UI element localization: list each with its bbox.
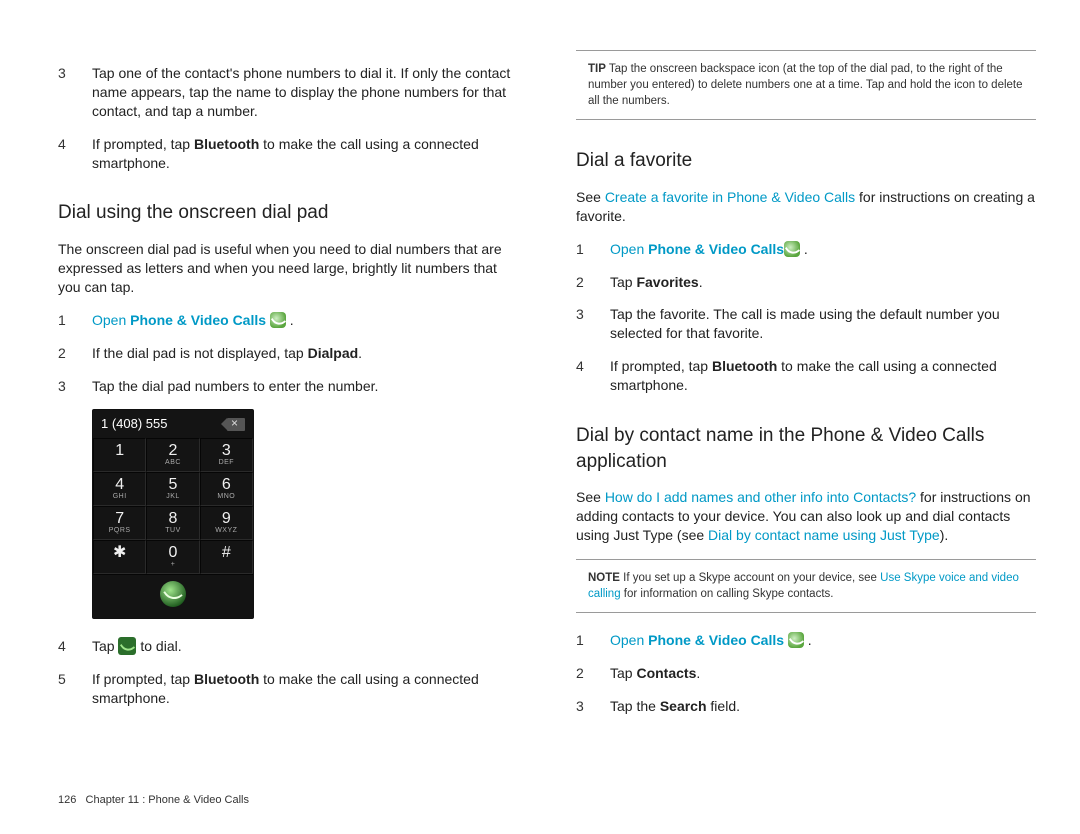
dialpad-key: 7PQRS bbox=[93, 506, 146, 540]
step-number: 4 bbox=[58, 637, 82, 656]
link-just-type[interactable]: Dial by contact name using Just Type bbox=[708, 527, 940, 543]
step-number: 3 bbox=[58, 377, 82, 396]
step-number: 3 bbox=[576, 697, 600, 716]
step-open-app: Open Phone & Video Calls . bbox=[610, 631, 1036, 650]
phone-app-icon bbox=[784, 241, 800, 257]
step-number: 4 bbox=[58, 135, 82, 173]
step-number: 5 bbox=[58, 670, 82, 708]
step-text: Tap one of the contact's phone numbers t… bbox=[92, 64, 518, 121]
link-create-favorite[interactable]: Create a favorite in Phone & Video Calls bbox=[605, 189, 855, 205]
step-number: 3 bbox=[58, 64, 82, 121]
dialpad-key: 0+ bbox=[146, 540, 199, 574]
step-number: 3 bbox=[576, 305, 600, 343]
dialpad-key: 1 bbox=[93, 438, 146, 472]
paragraph: See How do I add names and other info in… bbox=[576, 488, 1036, 545]
step-number: 2 bbox=[576, 273, 600, 292]
contact-steps: 1 Open Phone & Video Calls . 2 Tap Conta… bbox=[576, 631, 1036, 716]
step-open-app: Open Phone & Video Calls . bbox=[92, 311, 518, 330]
step-number: 4 bbox=[576, 357, 600, 395]
section-heading-favorite: Dial a favorite bbox=[576, 148, 1036, 174]
step-open-app: Open Phone & Video Calls . bbox=[610, 240, 1036, 259]
step-text: Tap the dial pad numbers to enter the nu… bbox=[92, 377, 518, 396]
dialpad-key: 9WXYZ bbox=[200, 506, 253, 540]
divider bbox=[576, 119, 1036, 120]
step-text: Tap Contacts. bbox=[610, 664, 1036, 683]
tip-box: TIP Tap the onscreen backspace icon (at … bbox=[576, 51, 1036, 119]
continued-steps: 3 Tap one of the contact's phone numbers… bbox=[58, 64, 518, 172]
step-number: 1 bbox=[58, 311, 82, 330]
dialpad-key: 6MNO bbox=[200, 472, 253, 506]
dial-button-icon bbox=[118, 637, 136, 655]
dialpad-key: 8TUV bbox=[146, 506, 199, 540]
dialpad-call-button bbox=[93, 574, 253, 618]
dialpad-figure: 1 (408) 555 1 2ABC3DEF 4GHI5JKL6MNO 7PQRS8… bbox=[92, 409, 254, 618]
dialpad-key: 5JKL bbox=[146, 472, 199, 506]
backspace-icon bbox=[227, 418, 245, 431]
step-text: If prompted, tap Bluetooth to make the c… bbox=[610, 357, 1036, 395]
section-heading-contactname: Dial by contact name in the Phone & Vide… bbox=[576, 423, 1036, 474]
dialpad-steps-cont: 4 Tap to dial. 5 If prompted, tap Blueto… bbox=[58, 637, 518, 708]
step-number: 1 bbox=[576, 240, 600, 259]
dialpad-entered-number: 1 (408) 555 bbox=[101, 415, 168, 433]
step-text: If prompted, tap Bluetooth to make the c… bbox=[92, 135, 518, 173]
step-text: Tap the favorite. The call is made using… bbox=[610, 305, 1036, 343]
dialpad-key: ✱ bbox=[93, 540, 146, 574]
note-box: NOTE If you set up a Skype account on yo… bbox=[576, 560, 1036, 612]
step-number: 1 bbox=[576, 631, 600, 650]
step-number: 2 bbox=[58, 344, 82, 363]
right-column: TIP Tap the onscreen backspace icon (at … bbox=[576, 50, 1036, 730]
link-add-contacts[interactable]: How do I add names and other info into C… bbox=[605, 489, 916, 505]
dialpad-key: 4GHI bbox=[93, 472, 146, 506]
phone-app-icon bbox=[270, 312, 286, 328]
dialpad-key: 2ABC bbox=[146, 438, 199, 472]
dialpad-key: # bbox=[200, 540, 253, 574]
step-text: Tap Favorites. bbox=[610, 273, 1036, 292]
section-heading-dialpad: Dial using the onscreen dial pad bbox=[58, 200, 518, 226]
phone-app-icon bbox=[788, 632, 804, 648]
step-number: 2 bbox=[576, 664, 600, 683]
dialpad-key: 3DEF bbox=[200, 438, 253, 472]
favorite-steps: 1 Open Phone & Video Calls . 2 Tap Favor… bbox=[576, 240, 1036, 395]
step-text: If prompted, tap Bluetooth to make the c… bbox=[92, 670, 518, 708]
left-column: 3 Tap one of the contact's phone numbers… bbox=[58, 50, 518, 730]
page-footer: 126 Chapter 11 : Phone & Video Calls bbox=[58, 794, 249, 806]
dialpad-steps: 1 Open Phone & Video Calls . 2 If the di… bbox=[58, 311, 518, 396]
paragraph: See Create a favorite in Phone & Video C… bbox=[576, 188, 1036, 226]
divider bbox=[576, 612, 1036, 613]
step-text: Tap the Search field. bbox=[610, 697, 1036, 716]
paragraph: The onscreen dial pad is useful when you… bbox=[58, 240, 518, 297]
step-text: If the dial pad is not displayed, tap Di… bbox=[92, 344, 518, 363]
call-icon bbox=[160, 581, 186, 607]
step-text: Tap to dial. bbox=[92, 637, 518, 656]
